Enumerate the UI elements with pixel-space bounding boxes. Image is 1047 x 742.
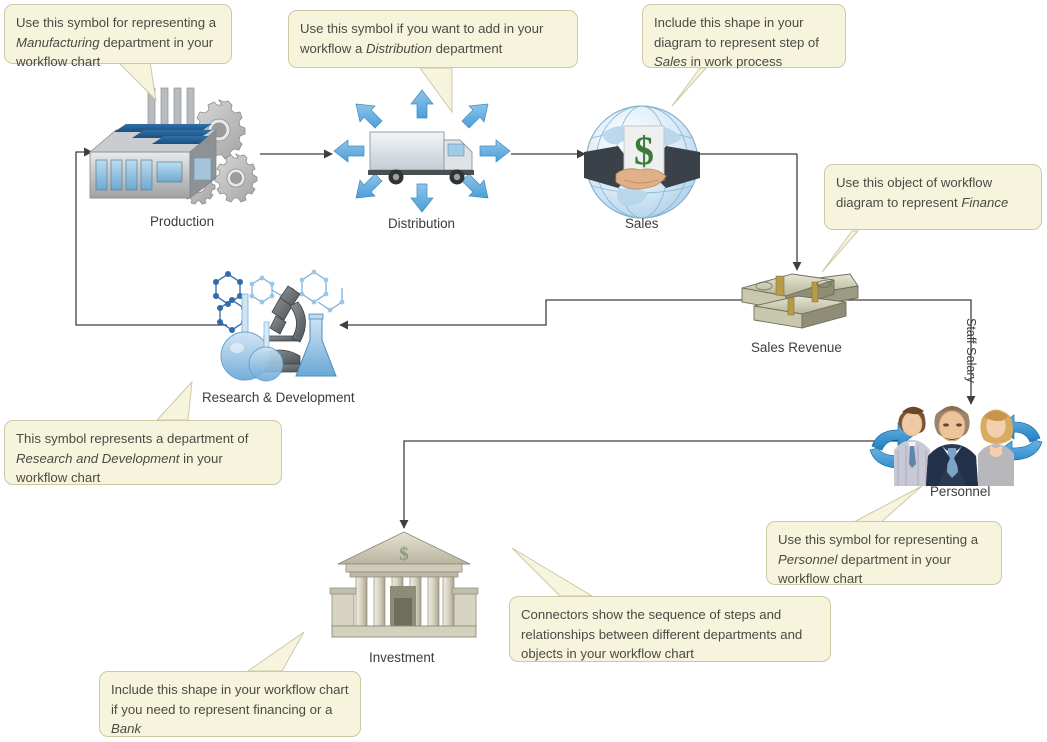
tail-sales [671, 67, 708, 107]
tail-bank [246, 631, 305, 672]
callout-rnd-part1: This symbol represents a department of [16, 431, 249, 446]
tail-distribution [419, 67, 453, 114]
node-label-distribution: Distribution [388, 216, 455, 231]
workflow-diagram-canvas: Production Distribution $ Sales Research… [0, 0, 1047, 742]
tail-manufacturing [116, 61, 157, 102]
callout-manufacturing[interactable]: Use this symbol for representing a Manuf… [4, 4, 232, 69]
node-label-rnd: Research & Development [202, 390, 355, 405]
callout-sales-emphasis: Sales [654, 54, 687, 69]
node-label-sales: Sales [625, 216, 659, 231]
tail-personnel [851, 485, 923, 524]
callout-bank[interactable]: Include this shape in your workflow char… [99, 671, 361, 737]
node-label-personnel: Personnel [930, 484, 991, 499]
callout-rnd[interactable]: This symbol represents a department of R… [4, 420, 282, 485]
node-label-investment: Investment [369, 650, 435, 665]
callout-rnd-emphasis: Research and Development [16, 450, 180, 466]
tail-connectors [511, 547, 594, 597]
callout-sales-part3: in work process [687, 54, 783, 69]
callout-bank-emphasis: Bank [111, 721, 142, 736]
tail-finance [821, 230, 860, 273]
tail-rnd [155, 380, 193, 421]
callout-personnel-emphasis: Personnel [778, 551, 838, 567]
callout-personnel-part1: Use this symbol for representing a [778, 532, 979, 547]
callout-distribution[interactable]: Use this symbol if you want to add in yo… [288, 10, 578, 68]
callout-connectors[interactable]: Connectors show the sequence of steps an… [509, 596, 831, 662]
callout-finance-emphasis: Finance [961, 194, 1009, 210]
node-label-production: Production [150, 214, 215, 229]
callout-distribution-emphasis: Distribution [365, 40, 432, 56]
node-label-revenue: Sales Revenue [751, 340, 842, 355]
callout-manufacturing-emphasis: Manufacturing [16, 34, 100, 50]
callout-distribution-part3: department [431, 40, 503, 56]
callout-sales-part1: Include this shape in your diagram to re… [654, 15, 819, 50]
callout-bank-part1: Include this shape in your workflow char… [111, 682, 349, 717]
connector-label-staff-salary: Staff Salary [964, 318, 978, 383]
callout-manufacturing-part1: Use this symbol for representing a [16, 15, 217, 30]
callout-connectors-text: Connectors show the sequence of steps an… [521, 607, 803, 661]
callout-personnel[interactable]: Use this symbol for representing a Perso… [766, 521, 1002, 586]
callout-sales[interactable]: Include this shape in your diagram to re… [642, 4, 846, 69]
callout-finance[interactable]: Use this object of workflow diagram to r… [824, 164, 1042, 230]
